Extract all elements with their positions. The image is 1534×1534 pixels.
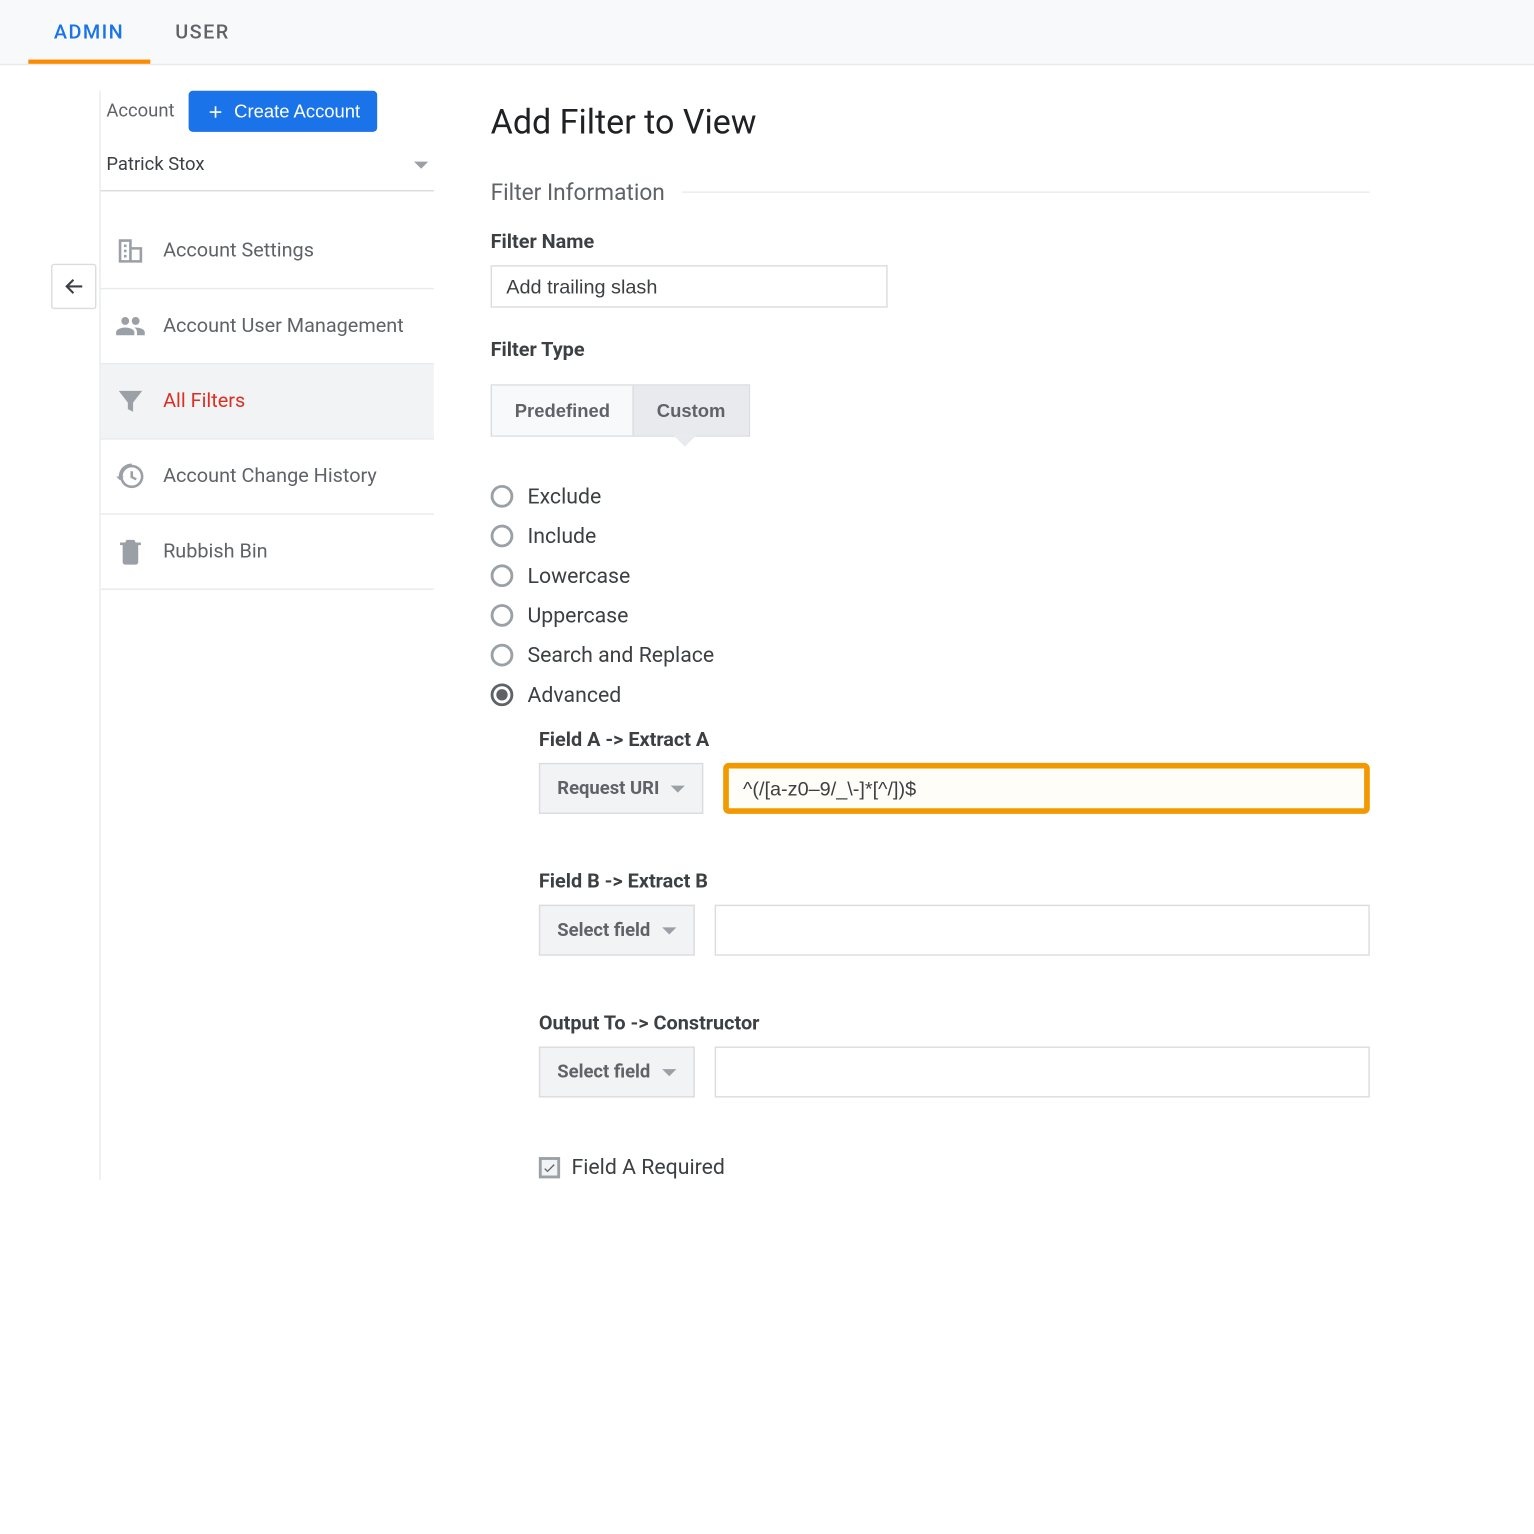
- tab-admin[interactable]: ADMIN: [28, 0, 149, 64]
- radio-icon: [491, 683, 514, 706]
- nav-account-settings[interactable]: Account Settings: [101, 214, 434, 289]
- field-a-required-label: Field A Required: [571, 1154, 724, 1180]
- nav-user-management[interactable]: Account User Management: [101, 289, 434, 364]
- field-a-select[interactable]: Request URI: [539, 763, 703, 814]
- radio-label: Include: [527, 523, 596, 549]
- back-button[interactable]: [51, 264, 96, 309]
- caret-down-icon: [662, 1068, 676, 1075]
- radio-advanced[interactable]: Advanced: [491, 675, 1370, 715]
- nav-change-history[interactable]: Account Change History: [101, 440, 434, 515]
- nav-item-label: Account Settings: [163, 240, 314, 263]
- field-b-select[interactable]: Select field: [539, 905, 694, 956]
- account-selected-name: Patrick Stox: [106, 155, 204, 176]
- radio-label: Uppercase: [527, 603, 628, 629]
- advanced-settings: Field A -> Extract A Request URI Field B…: [539, 729, 1370, 1098]
- nav-item-label: Rubbish Bin: [163, 540, 268, 563]
- account-selector[interactable]: Patrick Stox: [101, 146, 434, 191]
- filter-name-input[interactable]: [491, 265, 888, 308]
- radio-icon: [491, 485, 514, 508]
- field-b-label: Field B -> Extract B: [539, 871, 1370, 894]
- field-b-select-value: Select field: [557, 920, 650, 941]
- radio-label: Lowercase: [527, 563, 630, 589]
- radio-icon: [491, 604, 514, 627]
- radio-search-replace[interactable]: Search and Replace: [491, 635, 1370, 675]
- caret-down-icon: [671, 785, 685, 792]
- radio-icon: [491, 525, 514, 548]
- radio-icon: [491, 644, 514, 667]
- page-title: Add Filter to View: [491, 102, 1370, 142]
- filter-icon: [115, 386, 146, 417]
- filter-type-label: Filter Type: [491, 339, 1370, 362]
- output-to-select-value: Select field: [557, 1061, 650, 1082]
- field-b-pattern-input[interactable]: [714, 905, 1370, 956]
- account-label: Account: [106, 101, 174, 122]
- nav-item-label: All Filters: [163, 390, 245, 413]
- people-icon: [115, 311, 146, 342]
- section-label: Filter Information: [491, 179, 665, 206]
- checkbox-icon: [539, 1156, 560, 1177]
- top-tabs: ADMIN USER: [0, 0, 1534, 65]
- radio-lowercase[interactable]: Lowercase: [491, 556, 1370, 596]
- radio-label: Search and Replace: [527, 642, 714, 668]
- caret-down-icon: [662, 927, 676, 934]
- output-to-select[interactable]: Select field: [539, 1046, 694, 1097]
- sidebar-nav: Account Settings Account User Management…: [101, 214, 434, 590]
- trash-icon: [115, 536, 146, 567]
- content: Add Filter to View Filter Information Fi…: [491, 91, 1370, 1180]
- nav-all-filters[interactable]: All Filters: [101, 364, 434, 439]
- filter-name-label: Filter Name: [491, 231, 1370, 254]
- radio-icon: [491, 564, 514, 587]
- nav-item-label: Account User Management: [163, 315, 404, 338]
- filter-type-predefined[interactable]: Predefined: [492, 386, 633, 436]
- sidebar: Account Create Account Patrick Stox Acco…: [99, 91, 434, 1180]
- create-account-label: Create Account: [234, 101, 360, 122]
- filter-type-segmented: Predefined Custom: [491, 384, 750, 436]
- caret-down-icon: [414, 162, 428, 169]
- divider: [682, 191, 1370, 192]
- create-account-button[interactable]: Create Account: [189, 91, 377, 132]
- nav-item-label: Account Change History: [163, 465, 377, 488]
- filter-type-custom[interactable]: Custom: [633, 386, 748, 436]
- field-a-label: Field A -> Extract A: [539, 729, 1370, 752]
- field-a-required-row[interactable]: Field A Required: [539, 1154, 1370, 1180]
- plus-icon: [206, 101, 226, 121]
- output-to-input[interactable]: [714, 1046, 1370, 1097]
- building-icon: [115, 235, 146, 266]
- radio-label: Advanced: [527, 682, 621, 708]
- radio-uppercase[interactable]: Uppercase: [491, 596, 1370, 636]
- radio-exclude[interactable]: Exclude: [491, 476, 1370, 516]
- history-icon: [115, 461, 146, 492]
- tab-user[interactable]: USER: [150, 0, 255, 64]
- section-filter-information: Filter Information: [491, 179, 1370, 206]
- custom-filter-radios: Exclude Include Lowercase Uppercase Sear…: [491, 476, 1370, 714]
- seg-pointer-icon: [674, 435, 697, 446]
- back-arrow-icon: [61, 274, 87, 300]
- field-a-pattern-input[interactable]: [723, 763, 1370, 814]
- radio-label: Exclude: [527, 484, 601, 510]
- output-to-label: Output To -> Constructor: [539, 1012, 1370, 1035]
- radio-include[interactable]: Include: [491, 516, 1370, 556]
- nav-rubbish-bin[interactable]: Rubbish Bin: [101, 515, 434, 590]
- field-a-select-value: Request URI: [557, 778, 659, 799]
